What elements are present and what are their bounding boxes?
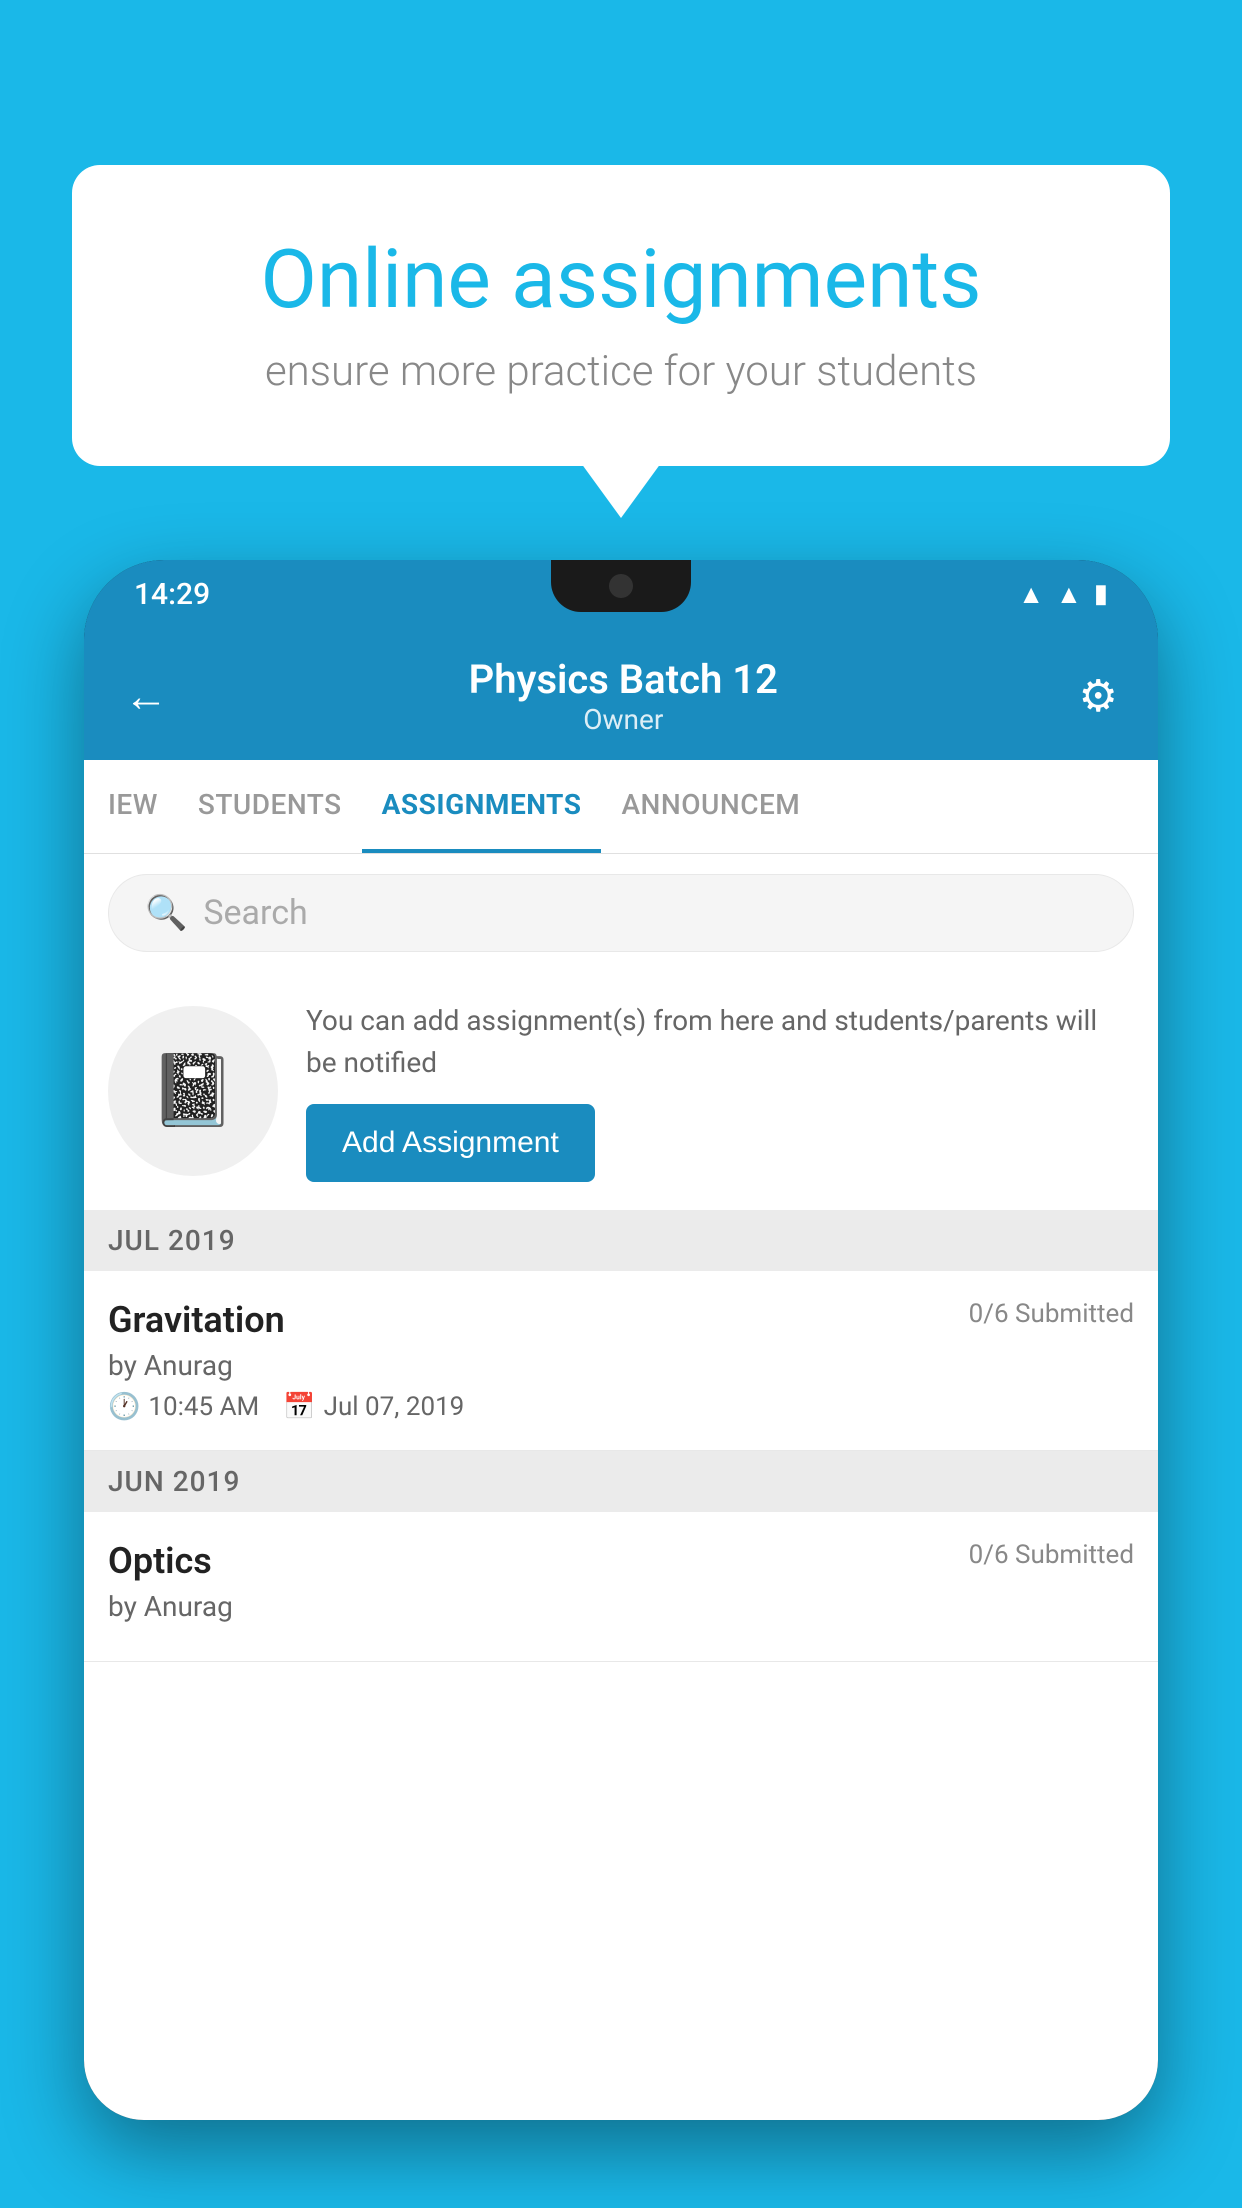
- status-icons: ▲ ▲ ▮: [1018, 579, 1108, 610]
- header-title-section: Physics Batch 12 Owner: [168, 656, 1079, 736]
- assignment-submitted-gravitation: 0/6 Submitted: [969, 1299, 1134, 1329]
- phone-screen: 🔍 Search 📓 You can add assignment(s) fro…: [84, 854, 1158, 2120]
- batch-title: Physics Batch 12: [168, 656, 1079, 703]
- signal-icon: ▲: [1056, 579, 1082, 610]
- camera: [609, 574, 633, 598]
- phone-frame: 14:29 ▲ ▲ ▮ ← Physics Batch 12 Owner ⚙ I…: [84, 560, 1158, 2120]
- promo-section: 📓 You can add assignment(s) from here an…: [84, 972, 1158, 1210]
- bubble-title: Online assignments: [152, 235, 1090, 325]
- speech-bubble-container: Online assignments ensure more practice …: [72, 165, 1170, 466]
- calendar-icon: 📅: [283, 1392, 315, 1422]
- promo-text: You can add assignment(s) from here and …: [306, 1000, 1134, 1084]
- assignment-submitted-optics: 0/6 Submitted: [969, 1540, 1134, 1570]
- tab-students[interactable]: STUDENTS: [178, 760, 362, 853]
- assignment-author-gravitation: by Anurag: [108, 1349, 1134, 1382]
- tabs-container: IEW STUDENTS ASSIGNMENTS ANNOUNCEM: [84, 760, 1158, 854]
- wifi-icon: ▲: [1018, 579, 1044, 610]
- assignment-header-optics: Optics 0/6 Submitted: [108, 1540, 1134, 1582]
- meta-time-gravitation: 🕐 10:45 AM: [108, 1392, 259, 1422]
- meta-date-gravitation: 📅 Jul 07, 2019: [283, 1392, 464, 1422]
- search-container: 🔍 Search: [84, 854, 1158, 972]
- phone-wrapper: 14:29 ▲ ▲ ▮ ← Physics Batch 12 Owner ⚙ I…: [84, 560, 1158, 2208]
- tab-announcements[interactable]: ANNOUNCEM: [601, 760, 820, 853]
- clock-icon: 🕐: [108, 1392, 140, 1422]
- add-assignment-button[interactable]: Add Assignment: [306, 1104, 595, 1182]
- notebook-icon: 📓: [149, 1050, 236, 1132]
- bubble-subtitle: ensure more practice for your students: [152, 347, 1090, 396]
- settings-icon[interactable]: ⚙: [1079, 670, 1118, 722]
- app-header: ← Physics Batch 12 Owner ⚙: [84, 628, 1158, 760]
- month-jul-2019: JUL 2019: [84, 1210, 1158, 1271]
- month-label-jun: JUN 2019: [108, 1465, 240, 1498]
- assignment-item-gravitation[interactable]: Gravitation 0/6 Submitted by Anurag 🕐 10…: [84, 1271, 1158, 1451]
- phone-notch: [551, 560, 691, 612]
- search-bar[interactable]: 🔍 Search: [108, 874, 1134, 952]
- assignment-author-optics: by Anurag: [108, 1590, 1134, 1623]
- status-time: 14:29: [134, 577, 210, 612]
- back-button[interactable]: ←: [124, 670, 168, 722]
- assignment-name-optics: Optics: [108, 1540, 212, 1582]
- promo-icon-circle: 📓: [108, 1006, 278, 1176]
- search-placeholder: Search: [203, 893, 307, 933]
- assignment-time-gravitation: 10:45 AM: [148, 1392, 259, 1422]
- assignment-meta-gravitation: 🕐 10:45 AM 📅 Jul 07, 2019: [108, 1392, 1134, 1422]
- month-jun-2019: JUN 2019: [84, 1451, 1158, 1512]
- assignment-name-gravitation: Gravitation: [108, 1299, 285, 1341]
- search-icon: 🔍: [145, 893, 187, 933]
- tab-assignments[interactable]: ASSIGNMENTS: [362, 760, 602, 853]
- battery-icon: ▮: [1094, 579, 1108, 609]
- assignment-item-optics[interactable]: Optics 0/6 Submitted by Anurag: [84, 1512, 1158, 1662]
- batch-role: Owner: [168, 703, 1079, 736]
- promo-content: You can add assignment(s) from here and …: [306, 1000, 1134, 1182]
- month-label-jul: JUL 2019: [108, 1224, 236, 1257]
- assignment-date-gravitation: Jul 07, 2019: [324, 1392, 465, 1422]
- assignment-header-gravitation: Gravitation 0/6 Submitted: [108, 1299, 1134, 1341]
- tab-iew[interactable]: IEW: [84, 760, 178, 853]
- speech-bubble: Online assignments ensure more practice …: [72, 165, 1170, 466]
